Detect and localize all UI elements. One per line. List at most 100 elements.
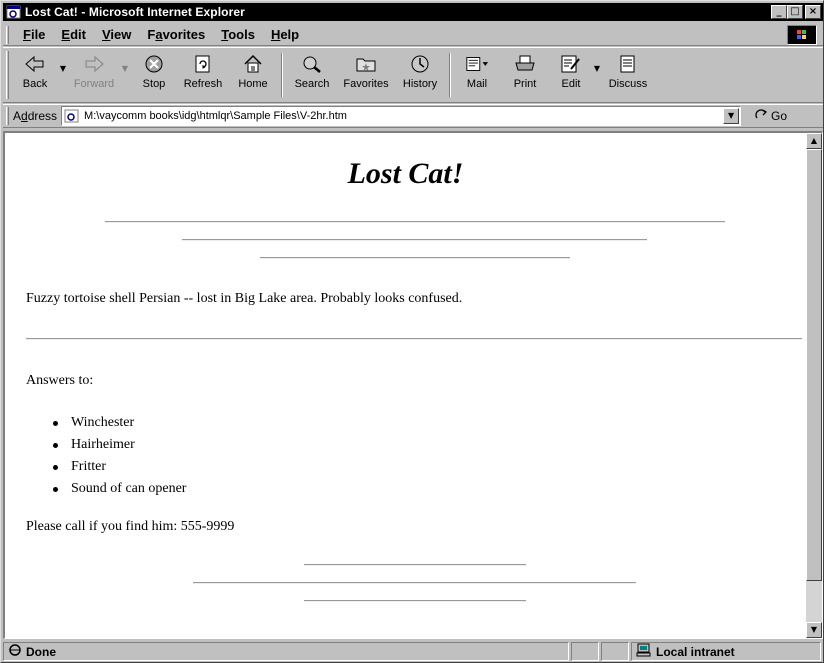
- address-bar: Address M:\vaycomm books\idg\htmlqr\Samp…: [3, 104, 823, 128]
- vertical-scrollbar[interactable]: ▲ ▼: [806, 133, 822, 638]
- edit-button[interactable]: Edit: [551, 48, 591, 100]
- menu-help-accel: H: [270, 27, 281, 42]
- menu-view[interactable]: View: [94, 27, 139, 42]
- window-title: Lost Cat! - Microsoft Internet Explorer: [25, 5, 245, 19]
- status-panel-empty: [571, 642, 599, 661]
- menu-file[interactable]: File: [15, 27, 53, 42]
- toolbar-separator-2: [449, 53, 451, 97]
- stop-button[interactable]: Stop: [131, 48, 177, 100]
- menu-tools[interactable]: Tools: [213, 27, 263, 42]
- status-text-panel: Done: [3, 642, 569, 661]
- horizontal-rule: [304, 600, 526, 602]
- ie-page-icon: [6, 5, 22, 19]
- list-item: Hairheimer: [53, 435, 186, 457]
- description-text: Fuzzy tortoise shell Persian -- lost in …: [26, 291, 463, 306]
- menu-help[interactable]: Help: [263, 27, 307, 42]
- status-panel-empty: [601, 642, 629, 661]
- favorites-button[interactable]: Favorites: [337, 48, 395, 100]
- minimize-button[interactable]: _: [771, 5, 787, 19]
- printer-icon: [513, 52, 537, 76]
- menu-tools-rest: ools: [228, 27, 255, 42]
- ie-page-icon: [8, 643, 22, 660]
- menu-view-rest: iew: [110, 27, 132, 42]
- answers-label: Answers to:: [26, 373, 94, 388]
- home-button[interactable]: Home: [229, 48, 277, 100]
- menu-file-accel: F: [23, 27, 31, 42]
- names-list: Winchester Hairheimer Fritter Sound of c…: [53, 413, 186, 501]
- security-zone-panel: Local intranet: [631, 642, 821, 661]
- print-label: Print: [513, 78, 537, 90]
- scroll-down-icon[interactable]: ▼: [806, 622, 822, 638]
- favorites-label: Favorites: [343, 78, 389, 90]
- security-zone-label: Local intranet: [656, 644, 735, 659]
- menu-favorites-rest: vorites: [162, 27, 206, 42]
- menu-help-rest: elp: [280, 27, 300, 42]
- content-frame: Lost Cat! Fuzzy tortoise shell Persian -…: [3, 131, 823, 639]
- menu-grip[interactable]: [6, 25, 9, 44]
- print-button[interactable]: Print: [499, 48, 551, 100]
- search-label: Search: [294, 78, 330, 90]
- forward-button[interactable]: Forward: [69, 48, 119, 100]
- edit-label: Edit: [561, 78, 581, 90]
- toolbar-grip[interactable]: [6, 51, 9, 99]
- mail-button[interactable]: Mail: [455, 48, 499, 100]
- home-icon: [241, 52, 265, 76]
- menu-edit-accel: E: [61, 27, 71, 42]
- mail-icon: [465, 52, 489, 76]
- close-button[interactable]: ×: [805, 5, 821, 19]
- horizontal-rule: [105, 221, 725, 223]
- address-label-a: A: [13, 109, 22, 123]
- search-button[interactable]: Search: [287, 48, 337, 100]
- horizontal-rule: [182, 239, 647, 241]
- status-bar: Done Local intranet: [3, 641, 823, 662]
- address-label-rest: dress: [27, 109, 58, 123]
- search-globe-icon: [300, 52, 324, 76]
- address-input[interactable]: M:\vaycomm books\idg\htmlqr\Sample Files…: [61, 106, 742, 126]
- menu-edit[interactable]: Edit: [53, 27, 94, 42]
- address-dropdown-icon[interactable]: ▼: [723, 108, 740, 124]
- list-item: Winchester: [53, 413, 186, 435]
- forward-label: Forward: [73, 78, 115, 90]
- contact-text: Please call if you find him: 555-9999: [26, 519, 235, 534]
- menu-favorites-accel: a: [155, 27, 163, 42]
- standard-toolbar: Back ▼ Forward ▼ Stop Refresh Home Searc…: [3, 47, 823, 103]
- page-content[interactable]: Lost Cat! Fuzzy tortoise shell Persian -…: [5, 133, 806, 638]
- windows-logo-throbber: [787, 25, 817, 45]
- edit-dropdown-icon[interactable]: ▼: [591, 48, 603, 73]
- mail-label: Mail: [466, 78, 488, 90]
- go-button[interactable]: Go: [755, 108, 787, 125]
- menu-bar: File Edit View Favorites Tools Help: [3, 24, 823, 46]
- horizontal-rule: [193, 582, 636, 584]
- horizontal-rule: [26, 338, 802, 340]
- scroll-up-icon[interactable]: ▲: [806, 133, 822, 149]
- back-button[interactable]: Back: [13, 48, 57, 100]
- history-button[interactable]: History: [395, 48, 445, 100]
- refresh-icon: [191, 52, 215, 76]
- ie-page-icon: [64, 109, 80, 123]
- go-label: Go: [771, 109, 788, 123]
- menu-edit-rest: dit: [70, 27, 86, 42]
- history-label: History: [402, 78, 438, 90]
- discuss-icon: [616, 52, 640, 76]
- address-grip[interactable]: [6, 107, 9, 125]
- address-label-accel: d: [21, 109, 28, 123]
- menu-favorites[interactable]: Favorites: [139, 27, 213, 42]
- home-label: Home: [238, 78, 268, 90]
- toolbar-separator: [281, 53, 283, 97]
- back-dropdown-icon[interactable]: ▼: [57, 48, 69, 73]
- forward-dropdown-icon[interactable]: ▼: [119, 48, 131, 73]
- browser-window: Lost Cat! - Microsoft Internet Explorer …: [0, 0, 824, 663]
- page-heading: Lost Cat!: [347, 157, 464, 190]
- scroll-thumb[interactable]: [806, 149, 822, 581]
- maximize-button[interactable]: □: [787, 5, 803, 19]
- menu-file-rest: ile: [30, 27, 46, 42]
- edit-page-icon: [559, 52, 583, 76]
- back-label: Back: [22, 78, 48, 90]
- refresh-button[interactable]: Refresh: [177, 48, 229, 100]
- status-text: Done: [26, 644, 56, 659]
- title-bar[interactable]: Lost Cat! - Microsoft Internet Explorer …: [3, 3, 823, 21]
- stop-icon: [142, 52, 166, 76]
- horizontal-rule: [304, 564, 526, 566]
- discuss-button[interactable]: Discuss: [603, 48, 653, 100]
- horizontal-rule: [260, 257, 570, 259]
